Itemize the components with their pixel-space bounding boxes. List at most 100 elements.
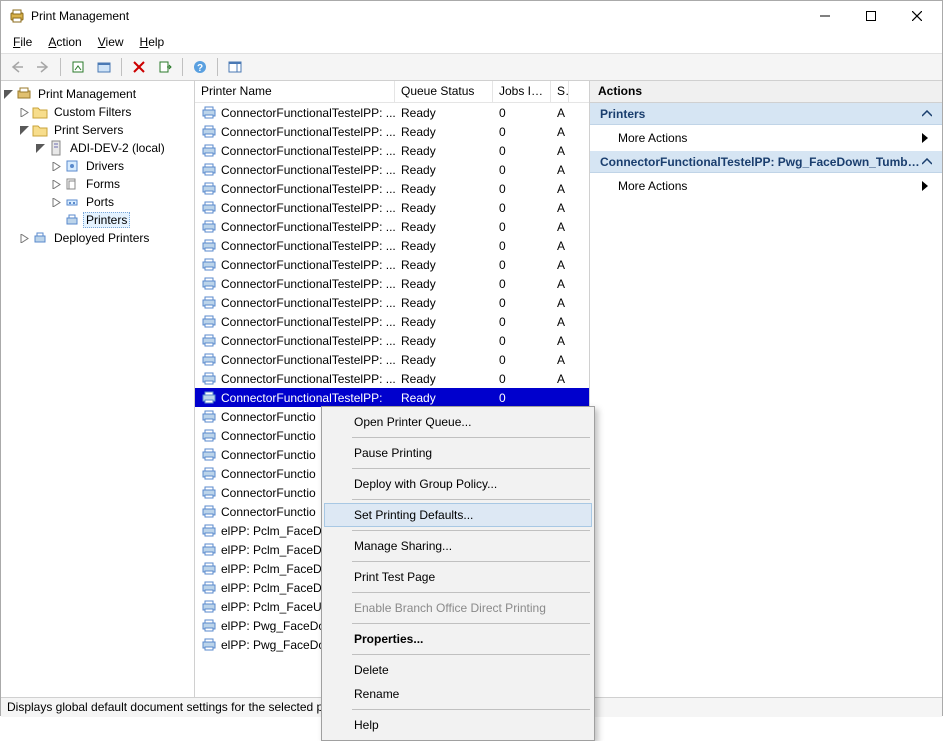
toolbar-help-button[interactable]: ? (188, 56, 212, 78)
toolbar-pane-button[interactable] (223, 56, 247, 78)
printer-icon (201, 200, 217, 216)
list-row[interactable]: ConnectorFunctionalTestelPP: ... Ready 0… (195, 312, 589, 331)
tree-printers[interactable]: Printers (49, 211, 194, 229)
list-row[interactable]: ConnectorFunctionalTestelPP: ... Ready 0… (195, 141, 589, 160)
list-row[interactable]: ConnectorFunctionalTestelPP: Ready 0 (195, 388, 589, 407)
printer-icon (201, 181, 217, 197)
cm-delete[interactable]: Delete (324, 658, 592, 682)
printer-status-cell: Ready (401, 334, 436, 348)
menu-help[interactable]: Help (132, 33, 173, 51)
list-row[interactable]: ConnectorFunctionalTestelPP: ... Ready 0… (195, 331, 589, 350)
cm-open-queue[interactable]: Open Printer Queue... (324, 410, 592, 434)
tree-forms-label: Forms (83, 177, 123, 191)
list-row[interactable]: ConnectorFunctionalTestelPP: ... Ready 0… (195, 274, 589, 293)
actions-more-printers[interactable]: More Actions (590, 125, 942, 151)
printer-extra-cell: A (557, 258, 565, 272)
cm-deploy-gp[interactable]: Deploy with Group Policy... (324, 472, 592, 496)
cm-manage-sharing[interactable]: Manage Sharing... (324, 534, 592, 558)
tree-server[interactable]: ADI-DEV-2 (local) (33, 139, 194, 157)
expand-icon[interactable] (49, 195, 63, 209)
printer-jobs-cell: 0 (499, 296, 506, 310)
tree-pane[interactable]: Print Management Custom Filt (1, 81, 195, 697)
minimize-button[interactable] (802, 1, 848, 31)
toolbar-refresh-button[interactable] (92, 56, 116, 78)
actions-more-selected[interactable]: More Actions (590, 173, 942, 199)
tree-deployed-printers[interactable]: Deployed Printers (17, 229, 194, 247)
printer-extra-cell: A (557, 296, 565, 310)
list-row[interactable]: ConnectorFunctionalTestelPP: ... Ready 0… (195, 350, 589, 369)
menu-file[interactable]: File (5, 33, 40, 51)
column-jobs[interactable]: Jobs In ... (493, 81, 551, 102)
tree-custom-filters[interactable]: Custom Filters (17, 103, 194, 121)
close-button[interactable] (894, 1, 940, 31)
printer-jobs-cell: 0 (499, 277, 506, 291)
tree-print-servers[interactable]: Print Servers (17, 121, 194, 139)
printer-status-cell: Ready (401, 125, 436, 139)
actions-section-printers[interactable]: Printers (590, 103, 942, 125)
printer-icon (201, 124, 217, 140)
cm-pause-printing[interactable]: Pause Printing (324, 441, 592, 465)
column-queue-status[interactable]: Queue Status (395, 81, 493, 102)
printer-icon (201, 371, 217, 387)
collapse-icon[interactable] (17, 123, 31, 137)
maximize-button[interactable] (848, 1, 894, 31)
forward-button[interactable] (31, 56, 55, 78)
collapse-icon[interactable] (1, 87, 15, 101)
back-button[interactable] (5, 56, 29, 78)
list-row[interactable]: ConnectorFunctionalTestelPP: ... Ready 0… (195, 236, 589, 255)
menu-action[interactable]: Action (40, 33, 89, 51)
printer-jobs-cell: 0 (499, 315, 506, 329)
folder-icon (32, 122, 48, 138)
tree-forms[interactable]: Forms (49, 175, 194, 193)
actions-section-selected[interactable]: ConnectorFunctionalTestelPP: Pwg_FaceDow… (590, 151, 942, 173)
list-row[interactable]: ConnectorFunctionalTestelPP: ... Ready 0… (195, 369, 589, 388)
tree-ports[interactable]: Ports (49, 193, 194, 211)
toolbar-properties-button[interactable] (66, 56, 90, 78)
printer-name-cell: ConnectorFunctionalTestelPP: ... (221, 296, 395, 310)
printer-extra-cell: A (557, 334, 565, 348)
list-row[interactable]: ConnectorFunctionalTestelPP: ... Ready 0… (195, 293, 589, 312)
list-row[interactable]: ConnectorFunctionalTestelPP: ... Ready 0… (195, 255, 589, 274)
printer-name-cell: ConnectorFunctionalTestelPP: ... (221, 106, 395, 120)
tree-drivers[interactable]: Drivers (49, 157, 194, 175)
cm-help[interactable]: Help (324, 713, 592, 737)
printer-status-cell: Ready (401, 258, 436, 272)
expand-icon[interactable] (49, 177, 63, 191)
list-row[interactable]: ConnectorFunctionalTestelPP: ... Ready 0… (195, 160, 589, 179)
tree-printers-label: Printers (83, 212, 130, 228)
cm-set-defaults[interactable]: Set Printing Defaults... (324, 503, 592, 527)
expand-icon[interactable] (17, 105, 31, 119)
cm-rename[interactable]: Rename (324, 682, 592, 706)
printer-extra-cell: A (557, 144, 565, 158)
cm-properties[interactable]: Properties... (324, 627, 592, 651)
printer-extra-cell: A (557, 182, 565, 196)
printer-jobs-cell: 0 (499, 391, 506, 405)
cm-print-test[interactable]: Print Test Page (324, 565, 592, 589)
tree-root[interactable]: Print Management (1, 85, 194, 103)
ports-icon (64, 194, 80, 210)
printer-icon (201, 523, 217, 539)
printer-name-cell: ConnectorFunctionalTestelPP: ... (221, 315, 395, 329)
list-row[interactable]: ConnectorFunctionalTestelPP: ... Ready 0… (195, 103, 589, 122)
printer-name-cell: elPP: Pclm_FaceDo (221, 524, 328, 538)
printer-status-cell: Ready (401, 220, 436, 234)
toolbar-export-button[interactable] (153, 56, 177, 78)
expand-icon[interactable] (17, 231, 31, 245)
list-row[interactable]: ConnectorFunctionalTestelPP: ... Ready 0… (195, 122, 589, 141)
printer-extra-cell: A (557, 163, 565, 177)
actions-pane: Actions Printers More Actions ConnectorF… (590, 81, 942, 697)
list-row[interactable]: ConnectorFunctionalTestelPP: ... Ready 0… (195, 198, 589, 217)
list-row[interactable]: ConnectorFunctionalTestelPP: ... Ready 0… (195, 179, 589, 198)
actions-more-label: More Actions (618, 131, 687, 145)
printer-icon (201, 599, 217, 615)
list-row[interactable]: ConnectorFunctionalTestelPP: ... Ready 0… (195, 217, 589, 236)
printer-name-cell: ConnectorFunctio (221, 410, 316, 424)
printer-icon (201, 219, 217, 235)
printers-icon (64, 212, 80, 228)
column-printer-name[interactable]: Printer Name (195, 81, 395, 102)
toolbar-delete-button[interactable] (127, 56, 151, 78)
expand-icon[interactable] (49, 159, 63, 173)
column-more[interactable]: S (551, 81, 569, 102)
collapse-icon[interactable] (33, 141, 47, 155)
menu-view[interactable]: View (90, 33, 132, 51)
